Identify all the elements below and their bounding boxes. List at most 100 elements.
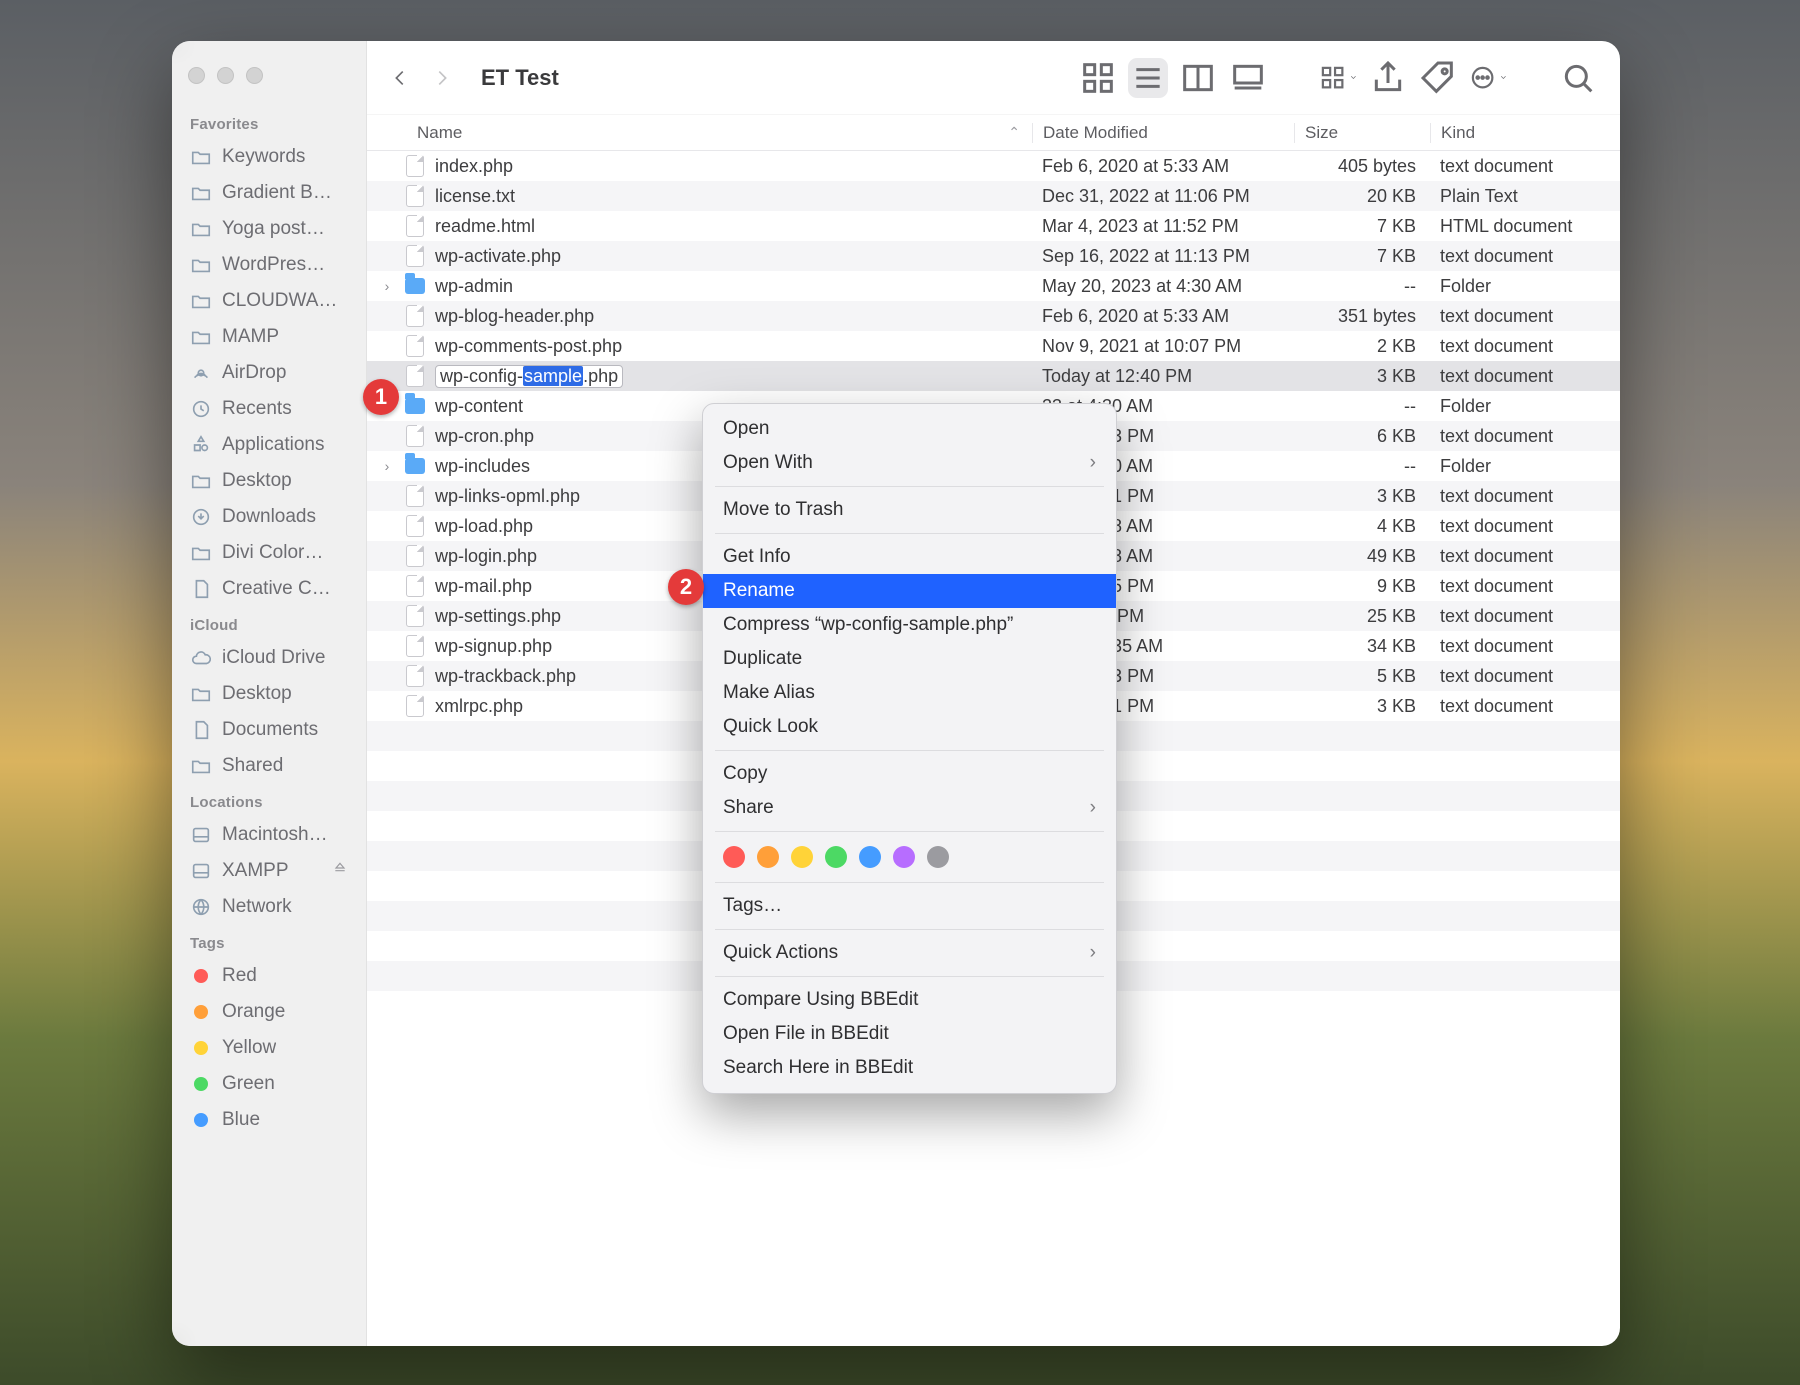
file-row[interactable]: wp-config-sample.phpToday at 12:40 PM3 K… [367, 361, 1620, 391]
sidebar-item[interactable]: Desktop [182, 676, 356, 712]
ctx-item-label: Move to Trash [723, 499, 843, 521]
ctx-tag-color[interactable] [893, 846, 915, 868]
ctx-item[interactable]: Quick Actions› [703, 936, 1116, 970]
file-row[interactable]: wp-activate.phpSep 16, 2022 at 11:13 PM7… [367, 241, 1620, 271]
file-kind: text document [1430, 421, 1620, 451]
airdrop-icon [190, 362, 212, 384]
ctx-separator [715, 976, 1104, 977]
ctx-separator [715, 533, 1104, 534]
back-button[interactable] [389, 67, 411, 89]
sidebar-item[interactable]: AirDrop [182, 355, 356, 391]
action-button[interactable] [1468, 58, 1508, 98]
ctx-item[interactable]: Share› [703, 791, 1116, 825]
sidebar-item[interactable]: Blue [182, 1102, 356, 1138]
section-title: Tags [182, 925, 356, 958]
ctx-item[interactable]: Get Info [703, 540, 1116, 574]
eject-icon[interactable] [332, 860, 348, 882]
sidebar-item-label: Desktop [222, 470, 292, 492]
file-name: wp-config-sample.php [435, 365, 623, 388]
sidebar-item[interactable]: Red [182, 958, 356, 994]
col-kind[interactable]: Kind [1430, 123, 1620, 143]
sidebar-item[interactable]: XAMPP [182, 853, 356, 889]
sidebar-item[interactable]: CLOUDWA… [182, 283, 356, 319]
sidebar-item[interactable]: Applications [182, 427, 356, 463]
ctx-tag-color[interactable] [859, 846, 881, 868]
sidebar-item[interactable]: Yellow [182, 1030, 356, 1066]
ctx-item[interactable]: Move to Trash [703, 493, 1116, 527]
ctx-tag-color[interactable] [723, 846, 745, 868]
ctx-item[interactable]: Compress “wp-config-sample.php” [703, 608, 1116, 642]
file-icon [405, 605, 425, 627]
file-kind: text document [1430, 301, 1620, 331]
icon-view-button[interactable] [1078, 58, 1118, 98]
sidebar-item[interactable]: Desktop [182, 463, 356, 499]
file-size: 2 KB [1294, 331, 1430, 361]
ctx-tag-color[interactable] [927, 846, 949, 868]
file-size: 7 KB [1294, 241, 1430, 271]
file-row[interactable]: ›wp-adminMay 20, 2023 at 4:30 AM--Folder [367, 271, 1620, 301]
tag-button[interactable] [1418, 58, 1458, 98]
col-date[interactable]: Date Modified [1032, 123, 1294, 143]
ctx-item-label: Tags… [723, 895, 782, 917]
ctx-item-label: Search Here in BBEdit [723, 1057, 913, 1079]
file-row[interactable]: wp-blog-header.phpFeb 6, 2020 at 5:33 AM… [367, 301, 1620, 331]
ctx-item[interactable]: Make Alias [703, 676, 1116, 710]
gallery-view-button[interactable] [1228, 58, 1268, 98]
file-row[interactable]: wp-comments-post.phpNov 9, 2021 at 10:07… [367, 331, 1620, 361]
sidebar-item[interactable]: MAMP [182, 319, 356, 355]
file-row[interactable]: readme.htmlMar 4, 2023 at 11:52 PM7 KBHT… [367, 211, 1620, 241]
file-row[interactable]: license.txtDec 31, 2022 at 11:06 PM20 KB… [367, 181, 1620, 211]
sidebar-item-label: Creative C… [222, 578, 331, 600]
ctx-item[interactable]: Duplicate [703, 642, 1116, 676]
file-date: Mar 4, 2023 at 11:52 PM [1032, 211, 1294, 241]
share-button[interactable] [1368, 58, 1408, 98]
ctx-tag-color[interactable] [825, 846, 847, 868]
col-size[interactable]: Size [1294, 123, 1430, 143]
sidebar-item[interactable]: Network [182, 889, 356, 925]
ctx-tag-color[interactable] [757, 846, 779, 868]
ctx-item[interactable]: Quick Look [703, 710, 1116, 744]
ctx-item[interactable]: Open With› [703, 446, 1116, 480]
folder-icon [405, 275, 425, 297]
file-kind: text document [1430, 151, 1620, 181]
sidebar-item[interactable]: Macintosh… [182, 817, 356, 853]
search-button[interactable] [1558, 58, 1598, 98]
group-button[interactable] [1318, 58, 1358, 98]
ctx-item[interactable]: Search Here in BBEdit [703, 1051, 1116, 1085]
minimize-icon[interactable] [217, 67, 234, 84]
sidebar-item[interactable]: WordPres… [182, 247, 356, 283]
folder-icon [190, 542, 212, 564]
zoom-icon[interactable] [246, 67, 263, 84]
file-kind [1430, 901, 1620, 931]
col-name[interactable]: Name [417, 123, 462, 143]
sidebar-item[interactable]: Yoga post… [182, 211, 356, 247]
ctx-item[interactable]: Rename [703, 574, 1116, 608]
sidebar-item[interactable]: Keywords [182, 139, 356, 175]
ctx-item[interactable]: Open [703, 412, 1116, 446]
close-icon[interactable] [188, 67, 205, 84]
sidebar-item[interactable]: Downloads [182, 499, 356, 535]
ctx-tag-color[interactable] [791, 846, 813, 868]
forward-button[interactable] [431, 67, 453, 89]
disclosure-icon[interactable]: › [379, 458, 395, 474]
sidebar-item[interactable]: Gradient B… [182, 175, 356, 211]
ctx-item[interactable]: Copy [703, 757, 1116, 791]
chevron-right-icon: › [1090, 797, 1096, 819]
ctx-item[interactable]: Compare Using BBEdit [703, 983, 1116, 1017]
file-row[interactable]: index.phpFeb 6, 2020 at 5:33 AM405 bytes… [367, 151, 1620, 181]
sidebar-item[interactable]: Orange [182, 994, 356, 1030]
column-headers[interactable]: Name⌃ Date Modified Size Kind [367, 115, 1620, 151]
list-view-button[interactable] [1128, 58, 1168, 98]
sidebar-item[interactable]: Divi Color… [182, 535, 356, 571]
sidebar-item[interactable]: Shared [182, 748, 356, 784]
column-view-button[interactable] [1178, 58, 1218, 98]
sidebar-item[interactable]: iCloud Drive [182, 640, 356, 676]
ctx-item[interactable]: Open File in BBEdit [703, 1017, 1116, 1051]
sidebar-item[interactable]: Documents [182, 712, 356, 748]
sidebar-item-label: WordPres… [222, 254, 325, 276]
sidebar-item[interactable]: Recents [182, 391, 356, 427]
disclosure-icon[interactable]: › [379, 278, 395, 294]
sidebar-item[interactable]: Green [182, 1066, 356, 1102]
ctx-item[interactable]: Tags… [703, 889, 1116, 923]
sidebar-item[interactable]: Creative C… [182, 571, 356, 607]
